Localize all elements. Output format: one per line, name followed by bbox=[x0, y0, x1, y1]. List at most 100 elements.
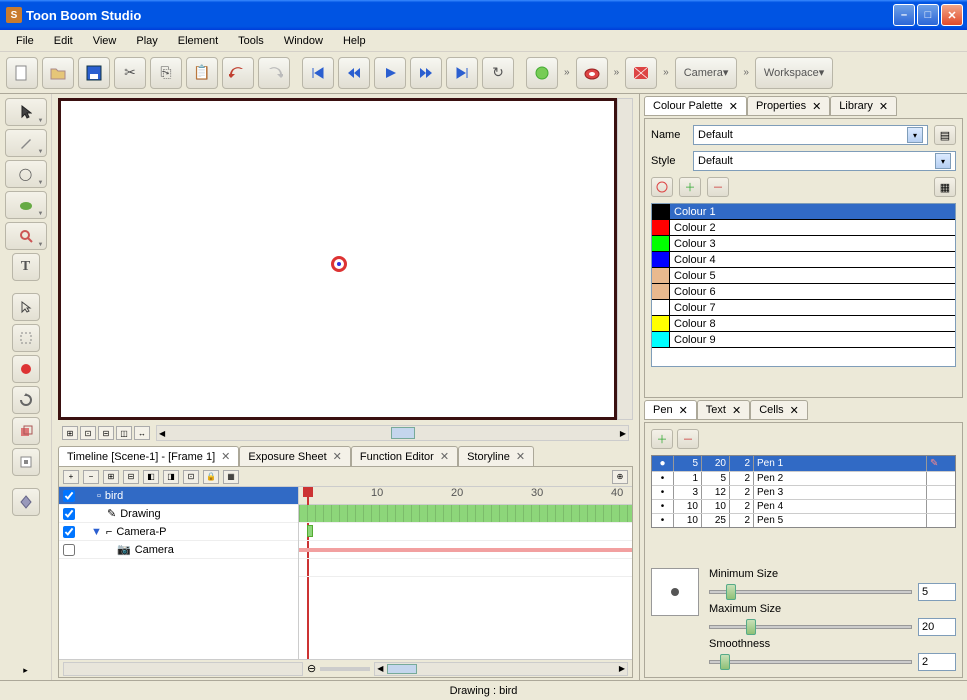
tl-lock[interactable]: 🔒 bbox=[203, 470, 219, 484]
view-opt-2[interactable]: ⊡ bbox=[80, 426, 96, 440]
close-icon[interactable]: ✕ bbox=[440, 450, 449, 463]
lip-sync-button[interactable] bbox=[576, 57, 608, 89]
loop-button[interactable]: ↻ bbox=[482, 57, 514, 89]
layer-visible-checkbox[interactable] bbox=[63, 526, 75, 538]
kite-tool[interactable] bbox=[12, 488, 40, 516]
tab-cells[interactable]: Cells✕ bbox=[750, 400, 808, 420]
menu-window[interactable]: Window bbox=[276, 33, 331, 49]
tab-timeline[interactable]: Timeline [Scene-1] - [Frame 1]✕ bbox=[58, 446, 239, 466]
view-opt-3[interactable]: ⊟ bbox=[98, 426, 114, 440]
colour-item[interactable]: Colour 7 bbox=[652, 300, 955, 316]
palette-name-combo[interactable]: Default▾ bbox=[693, 125, 928, 145]
track-camera-peg[interactable] bbox=[299, 541, 632, 559]
tab-storyline[interactable]: Storyline✕ bbox=[458, 446, 534, 466]
close-icon[interactable]: ✕ bbox=[790, 404, 799, 417]
add-pen-button[interactable]: ＋ bbox=[651, 429, 673, 449]
record-tool[interactable] bbox=[12, 355, 40, 383]
toolbar-expand[interactable]: ▸ bbox=[23, 665, 28, 676]
view-opt-5[interactable]: ↔ bbox=[134, 426, 150, 440]
pen-row[interactable]: •10102Pen 4 bbox=[652, 499, 955, 513]
track-drawing[interactable] bbox=[299, 523, 632, 541]
more-3[interactable]: » bbox=[661, 67, 671, 78]
min-size-value[interactable]: 5 bbox=[918, 583, 956, 601]
render-button[interactable] bbox=[625, 57, 657, 89]
first-frame-button[interactable] bbox=[302, 57, 334, 89]
menu-edit[interactable]: Edit bbox=[46, 33, 81, 49]
add-colour-button[interactable]: ＋ bbox=[679, 177, 701, 197]
zoom-slider[interactable] bbox=[320, 667, 370, 671]
new-button[interactable] bbox=[6, 57, 38, 89]
save-button[interactable] bbox=[78, 57, 110, 89]
view-opt-4[interactable]: ◫ bbox=[116, 426, 132, 440]
maximize-button[interactable]: □ bbox=[917, 4, 939, 26]
pen-table-header[interactable]: ●5202Pen 1✎ bbox=[652, 456, 955, 471]
more-4[interactable]: » bbox=[741, 67, 751, 78]
next-frame-button[interactable] bbox=[410, 57, 442, 89]
tl-del[interactable]: − bbox=[83, 470, 99, 484]
colour-item[interactable]: Colour 2 bbox=[652, 220, 955, 236]
more-1[interactable]: » bbox=[562, 67, 572, 78]
paste-button[interactable]: 📋 bbox=[186, 57, 218, 89]
layer-row[interactable]: 📷 Camera bbox=[59, 541, 298, 559]
menu-play[interactable]: Play bbox=[128, 33, 165, 49]
smoothness-value[interactable]: 2 bbox=[918, 653, 956, 671]
new-colour-button[interactable] bbox=[651, 177, 673, 197]
layer-row[interactable]: ▫ bird bbox=[59, 487, 298, 505]
tab-function[interactable]: Function Editor✕ bbox=[351, 446, 458, 466]
min-size-slider[interactable] bbox=[709, 590, 912, 594]
layer-row[interactable]: ✎ Drawing bbox=[59, 505, 298, 523]
colour-item[interactable]: Colour 6 bbox=[652, 284, 955, 300]
zoom-tool[interactable]: ▼ bbox=[5, 222, 47, 250]
undo-button[interactable] bbox=[222, 57, 254, 89]
tl-add[interactable]: + bbox=[63, 470, 79, 484]
layer-visible-checkbox[interactable] bbox=[63, 490, 75, 502]
close-icon[interactable]: ✕ bbox=[729, 100, 738, 113]
onion-button[interactable] bbox=[526, 57, 558, 89]
bbox-tool[interactable] bbox=[12, 324, 40, 352]
camera-dropdown[interactable]: Camera ▾ bbox=[675, 57, 738, 89]
play-button[interactable] bbox=[374, 57, 406, 89]
minimize-button[interactable]: – bbox=[893, 4, 915, 26]
prev-frame-button[interactable] bbox=[338, 57, 370, 89]
close-icon[interactable]: ✕ bbox=[732, 404, 741, 417]
colour-item[interactable]: Colour 4 bbox=[652, 252, 955, 268]
rotate-tool[interactable] bbox=[12, 386, 40, 414]
layer-visible-checkbox[interactable] bbox=[63, 508, 75, 520]
menu-file[interactable]: File bbox=[8, 33, 42, 49]
tl-hscroll[interactable]: ◀ ▶ bbox=[374, 662, 628, 676]
tab-exposure[interactable]: Exposure Sheet✕ bbox=[239, 446, 351, 466]
tl-b6[interactable]: ◨ bbox=[163, 470, 179, 484]
camera-view[interactable] bbox=[58, 98, 617, 420]
canvas-vscroll[interactable] bbox=[617, 98, 633, 420]
menu-help[interactable]: Help bbox=[335, 33, 374, 49]
close-icon[interactable]: ✕ bbox=[516, 450, 525, 463]
redo-button[interactable] bbox=[258, 57, 290, 89]
close-icon[interactable]: ✕ bbox=[221, 450, 230, 463]
menu-tools[interactable]: Tools bbox=[230, 33, 272, 49]
open-button[interactable] bbox=[42, 57, 74, 89]
smoothness-slider[interactable] bbox=[709, 660, 912, 664]
timeline-tracks[interactable]: 10 20 30 40 bbox=[299, 487, 632, 659]
menu-element[interactable]: Element bbox=[170, 33, 226, 49]
mask-tool[interactable] bbox=[12, 448, 40, 476]
close-icon[interactable]: ✕ bbox=[333, 450, 342, 463]
select-tool[interactable]: ▼ bbox=[5, 98, 47, 126]
palette-menu-button[interactable]: ▤ bbox=[934, 125, 956, 145]
tab-colour-palette[interactable]: Colour Palette✕ bbox=[644, 96, 747, 116]
tl-b4[interactable]: ⊟ bbox=[123, 470, 139, 484]
layers-tool[interactable] bbox=[12, 417, 40, 445]
timeline-ruler[interactable]: 10 20 30 40 bbox=[299, 487, 632, 505]
remove-pen-button[interactable]: － bbox=[677, 429, 699, 449]
text-tool[interactable]: T bbox=[12, 253, 40, 281]
tab-library[interactable]: Library✕ bbox=[830, 96, 897, 116]
last-frame-button[interactable] bbox=[446, 57, 478, 89]
fill-tool[interactable]: ▼ bbox=[5, 191, 47, 219]
max-size-slider[interactable] bbox=[709, 625, 912, 629]
colour-item[interactable]: Colour 9 bbox=[652, 332, 955, 348]
close-icon[interactable]: ✕ bbox=[879, 100, 888, 113]
colour-item[interactable]: Colour 5 bbox=[652, 268, 955, 284]
colour-item[interactable]: Colour 1 bbox=[652, 204, 955, 220]
tl-b5[interactable]: ◧ bbox=[143, 470, 159, 484]
view-opt-1[interactable]: ⊞ bbox=[62, 426, 78, 440]
more-2[interactable]: » bbox=[612, 67, 622, 78]
